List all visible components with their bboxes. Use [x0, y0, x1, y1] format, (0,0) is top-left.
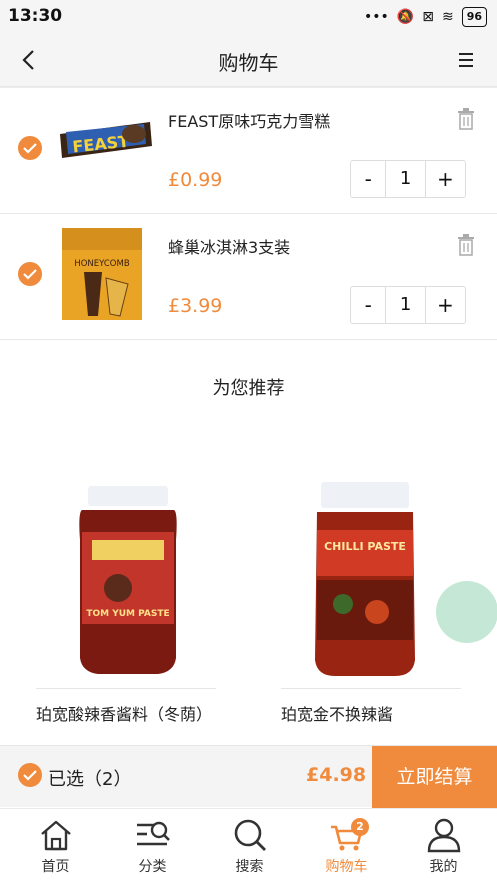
- item-price: £0.99: [168, 169, 223, 191]
- check-icon: [23, 143, 37, 154]
- item-name[interactable]: FEAST原味巧克力雪糕: [168, 108, 330, 132]
- checkout-button[interactable]: 立即结算: [372, 746, 497, 808]
- tab-category[interactable]: 分类: [103, 809, 202, 883]
- recommend-product[interactable]: TOM YUM PASTE 珀宽酸辣香酱料（冬荫）: [0, 440, 220, 750]
- check-icon: [23, 269, 37, 280]
- tab-label: 购物车: [325, 859, 368, 875]
- page-title: 购物车: [218, 51, 279, 75]
- quantity-stepper: - 1 +: [350, 160, 466, 198]
- tab-label: 首页: [41, 859, 70, 875]
- product-name[interactable]: 珀宽酸辣香酱料（冬荫）: [36, 703, 216, 727]
- select-all-checkbox[interactable]: [18, 763, 42, 787]
- search-icon: [234, 819, 266, 851]
- tab-bar: 首页 分类 搜索 2 购物车 我的: [0, 808, 497, 883]
- decrease-button[interactable]: -: [351, 161, 387, 197]
- more-icon: •••: [364, 9, 389, 25]
- product-image[interactable]: HONEYCOMB: [62, 228, 148, 320]
- recommend-product[interactable]: CHILLI PASTE 珀宽金不换辣酱: [245, 440, 465, 750]
- item-name[interactable]: 蜂巢冰淇淋3支装: [168, 234, 290, 258]
- recommend-title: 为您推荐: [212, 378, 285, 399]
- mute-icon: 🔕: [396, 9, 415, 25]
- selected-count: 已选（2）: [48, 769, 132, 790]
- home-icon: [41, 820, 71, 851]
- cart-item: HONEYCOMB 蜂巢冰淇淋3支装 £3.99 - 1 +: [0, 214, 497, 340]
- status-bar: 13:30 ••• 🔕 ⊠ ≋ 96: [0, 0, 497, 34]
- sim-icon: ⊠: [422, 9, 434, 25]
- quantity-stepper: - 1 +: [350, 286, 466, 324]
- quantity-value[interactable]: 1: [386, 287, 426, 323]
- tab-profile[interactable]: 我的: [394, 809, 493, 883]
- increase-button[interactable]: +: [426, 287, 465, 323]
- tab-cart[interactable]: 2 购物车: [297, 809, 396, 883]
- product-image-label: HONEYCOMB: [74, 259, 129, 269]
- back-button[interactable]: [14, 44, 46, 76]
- delete-button[interactable]: [457, 234, 475, 256]
- product-image[interactable]: FEAST: [58, 116, 152, 164]
- product-name[interactable]: 珀宽金不换辣酱: [281, 703, 461, 727]
- product-image[interactable]: TOM YUM PASTE: [58, 480, 198, 680]
- product-image[interactable]: CHILLI PASTE: [295, 480, 435, 680]
- menu-icon: [459, 53, 473, 55]
- status-icons: ••• 🔕 ⊠ ≋ 96: [364, 7, 487, 27]
- cart-badge: 2: [351, 818, 369, 836]
- floating-button[interactable]: [436, 581, 497, 643]
- tab-label: 搜索: [235, 859, 264, 875]
- tab-search[interactable]: 搜索: [200, 809, 299, 883]
- trash-icon: [458, 234, 474, 256]
- increase-button[interactable]: +: [426, 161, 465, 197]
- battery-icon: 96: [461, 7, 487, 27]
- status-time: 13:30: [8, 6, 63, 26]
- cart-item: FEAST FEAST原味巧克力雪糕 £0.99 - 1 +: [0, 88, 497, 214]
- product-image-label: TOM YUM PASTE: [86, 609, 169, 619]
- item-checkbox[interactable]: [18, 136, 42, 160]
- item-price: £3.99: [168, 295, 223, 317]
- total-price: £4.98: [306, 764, 367, 786]
- quantity-value[interactable]: 1: [386, 161, 426, 197]
- header: 购物车: [0, 34, 497, 86]
- tab-home[interactable]: 首页: [6, 809, 105, 883]
- trash-icon: [458, 108, 474, 130]
- category-icon: [137, 821, 170, 846]
- back-arrow-icon: [22, 50, 34, 70]
- tab-label: 分类: [138, 859, 167, 875]
- user-icon: [427, 818, 461, 853]
- product-image-label: CHILLI PASTE: [324, 540, 406, 553]
- decrease-button[interactable]: -: [351, 287, 387, 323]
- delete-button[interactable]: [457, 108, 475, 130]
- check-icon: [23, 770, 37, 781]
- menu-button[interactable]: [455, 46, 481, 74]
- item-checkbox[interactable]: [18, 262, 42, 286]
- checkout-bar: 已选（2） £4.98 立即结算: [0, 745, 497, 808]
- wifi-icon: ≋: [441, 9, 454, 25]
- tab-label: 我的: [429, 859, 458, 875]
